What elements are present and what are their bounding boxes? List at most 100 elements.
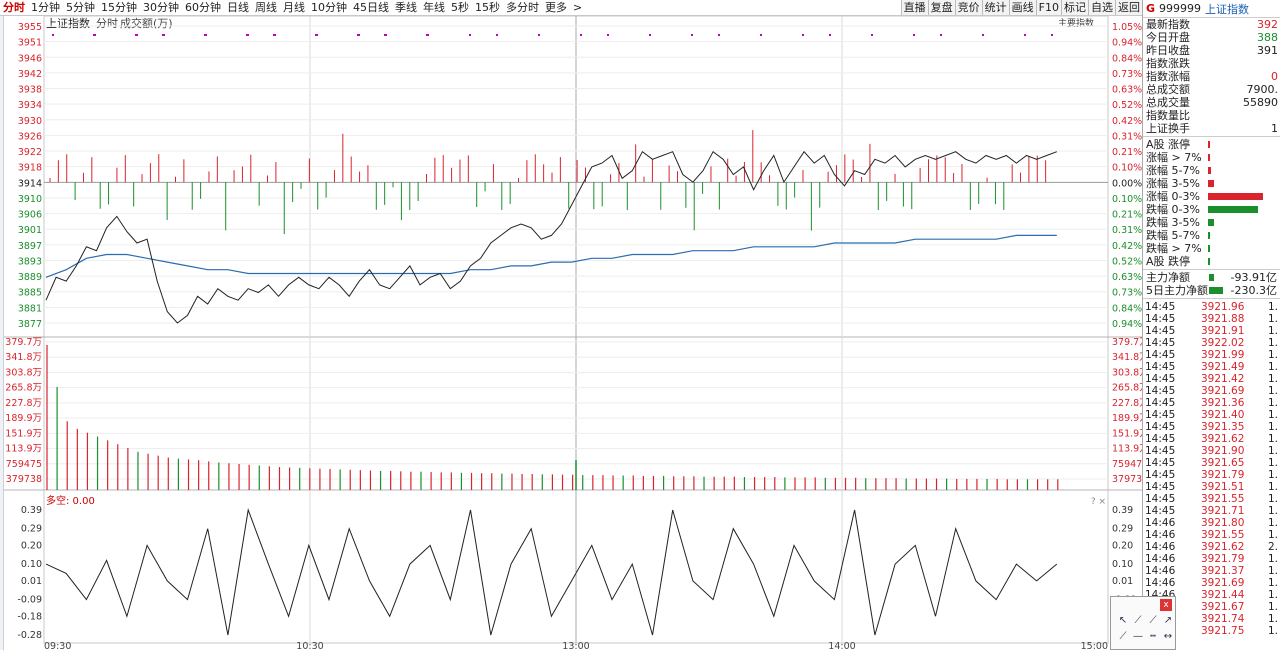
timeframe-tab[interactable]: 更多 [542, 0, 570, 15]
double-arrow-icon[interactable]: ↔ [1162, 631, 1174, 643]
distribution-row[interactable]: 跌幅 0-3% [1143, 203, 1280, 216]
timeframe-tab[interactable]: 1分钟 [28, 0, 63, 15]
toolbar-button[interactable]: 复盘 [927, 0, 955, 15]
distribution-row[interactable]: 涨幅 3-5% [1143, 177, 1280, 190]
timeframe-tab[interactable]: 15秒 [472, 0, 503, 15]
capital-flows: 主力净额 -93.91亿 5日主力净额 -230.3亿 [1143, 271, 1280, 297]
chevron-right-icon[interactable]: > [570, 0, 585, 15]
timeframe-tab[interactable]: 分时 [0, 0, 28, 15]
tick-list[interactable]: 14:45 3921.96 1. 14:45 3921.88 1. 14:45 3921.91… [1143, 301, 1280, 637]
tick-price: 3921.62 [1201, 541, 1245, 553]
timeframe-tab[interactable]: 30分钟 [140, 0, 182, 15]
tick-row: 14:45 3921.96 1. [1143, 301, 1280, 313]
timeframe-tab[interactable]: 5秒 [448, 0, 472, 15]
volume-tick: 227.8万 [5, 398, 42, 409]
pct-tick: 0.42% [1112, 241, 1142, 252]
bullbear-label: 多空: 0.00 [46, 494, 95, 507]
segment-icon[interactable]: ⟋ [1117, 631, 1129, 643]
toolbar-button[interactable]: 自选 [1088, 0, 1115, 15]
toolbar-button[interactable]: 画线 [1008, 0, 1036, 15]
event-marker [315, 34, 317, 36]
pct-tick: 0.73% [1112, 69, 1142, 80]
tick-row: 14:45 3921.88 1. [1143, 313, 1280, 325]
bullbear-tick: 0.01 [21, 576, 42, 587]
tick-time: 14:45 [1145, 409, 1176, 421]
timeframe-tab[interactable]: 多分时 [503, 0, 542, 15]
time-label: 13:00 [562, 641, 589, 650]
chart-subtitle: 分时 [96, 17, 118, 30]
event-marker [649, 34, 651, 36]
tick-time: 14:45 [1145, 481, 1176, 493]
price-tick: 3926 [18, 131, 42, 142]
stat-label: 总成交量 [1146, 96, 1190, 109]
distribution-row[interactable]: 跌幅 > 7% [1143, 242, 1280, 255]
arrow-icon[interactable]: ↗ [1162, 615, 1174, 627]
volume-tick: 379738 [6, 474, 42, 485]
ray-icon[interactable]: ⟋ [1147, 615, 1159, 627]
distribution-row[interactable]: 涨幅 0-3% [1143, 190, 1280, 203]
divider [1143, 136, 1280, 137]
timeframe-tab[interactable]: 季线 [392, 0, 420, 15]
dash-icon[interactable]: ┅ [1147, 631, 1159, 643]
timeframe-tab[interactable]: 15分钟 [98, 0, 140, 15]
hline-icon[interactable]: — [1132, 631, 1144, 643]
index-name[interactable]: 上证指数 [1205, 1, 1249, 17]
event-marker [913, 34, 915, 36]
pct-tick: 0.42% [1112, 116, 1142, 127]
distribution-row[interactable]: A股 跌停 [1143, 255, 1280, 268]
distribution-bar [1208, 219, 1214, 226]
cursor-icon[interactable]: ↖ [1117, 615, 1129, 627]
flow-bar [1209, 274, 1214, 281]
distribution-row[interactable]: A股 涨停 [1143, 138, 1280, 151]
flow-bar [1209, 287, 1223, 294]
event-marker [162, 34, 164, 36]
intraday-chart[interactable]: 上证指数 分时 成交额(万) 主要指数 3955 1.05% 3951 0.94% 3946 0.… [4, 16, 1142, 650]
pct-tick: 0.52% [1112, 256, 1142, 267]
volume-tick: 341.8万 [5, 352, 42, 363]
bullbear-tick: 0.20 [21, 540, 42, 551]
line-icon[interactable]: ⟋ [1132, 615, 1144, 627]
pct-tick: 0.21% [1112, 147, 1142, 158]
pct-tick: 0.21% [1112, 210, 1142, 221]
timeframe-tab[interactable]: 60分钟 [182, 0, 224, 15]
tick-row: 14:45 3921.40 1. [1143, 409, 1280, 421]
event-marker [426, 34, 428, 36]
distribution-row[interactable]: 跌幅 5-7% [1143, 229, 1280, 242]
time-label: 10:30 [296, 641, 323, 650]
tick-time: 14:46 [1145, 541, 1176, 553]
event-marker [607, 34, 609, 36]
distribution-row[interactable]: 涨幅 5-7% [1143, 164, 1280, 177]
toolbar-button[interactable]: 统计 [981, 0, 1009, 15]
price-line [45, 150, 1057, 324]
timeframe-tab[interactable]: 45日线 [350, 0, 392, 15]
distribution-label: 涨幅 0-3% [1146, 190, 1200, 203]
stat-label: 指数涨跌 [1146, 57, 1190, 70]
tick-row: 14:45 3921.62 1. [1143, 433, 1280, 445]
close-icon[interactable]: x [1160, 599, 1172, 611]
distribution-bar [1208, 154, 1210, 161]
tick-price: 3921.75 [1201, 625, 1245, 637]
toolbar-button[interactable]: 返回 [1115, 0, 1142, 15]
toolbar-button[interactable]: F10 [1035, 0, 1061, 15]
toolbar-button[interactable]: 直播 [900, 0, 928, 15]
timeframe-tab[interactable]: 10分钟 [308, 0, 350, 15]
distribution-label: 涨幅 > 7% [1146, 151, 1202, 164]
timeframe-tab[interactable]: 年线 [420, 0, 448, 15]
distribution-row[interactable]: 跌幅 3-5% [1143, 216, 1280, 229]
timeframe-tab[interactable]: 日线 [224, 0, 252, 15]
tick-vol: 1. [1267, 409, 1278, 421]
timeframe-tab[interactable]: 5分钟 [63, 0, 98, 15]
tick-vol: 1. [1267, 457, 1278, 469]
distribution-row[interactable]: 涨幅 > 7% [1143, 151, 1280, 164]
price-tick: 3885 [18, 288, 42, 299]
toolbar-button[interactable]: 竞价 [954, 0, 982, 15]
timeframe-tab[interactable]: 月线 [280, 0, 308, 15]
stat-row: 总成交量 55890 [1143, 96, 1280, 109]
price-tick: 3922 [18, 147, 42, 158]
tick-time: 14:45 [1145, 337, 1176, 349]
timeframe-tab[interactable]: 周线 [252, 0, 280, 15]
event-marker [802, 34, 804, 36]
tick-price: 3921.79 [1201, 469, 1245, 481]
toolbar-button[interactable]: 标记 [1061, 0, 1088, 15]
stat-row: 指数涨跌 [1143, 57, 1280, 70]
